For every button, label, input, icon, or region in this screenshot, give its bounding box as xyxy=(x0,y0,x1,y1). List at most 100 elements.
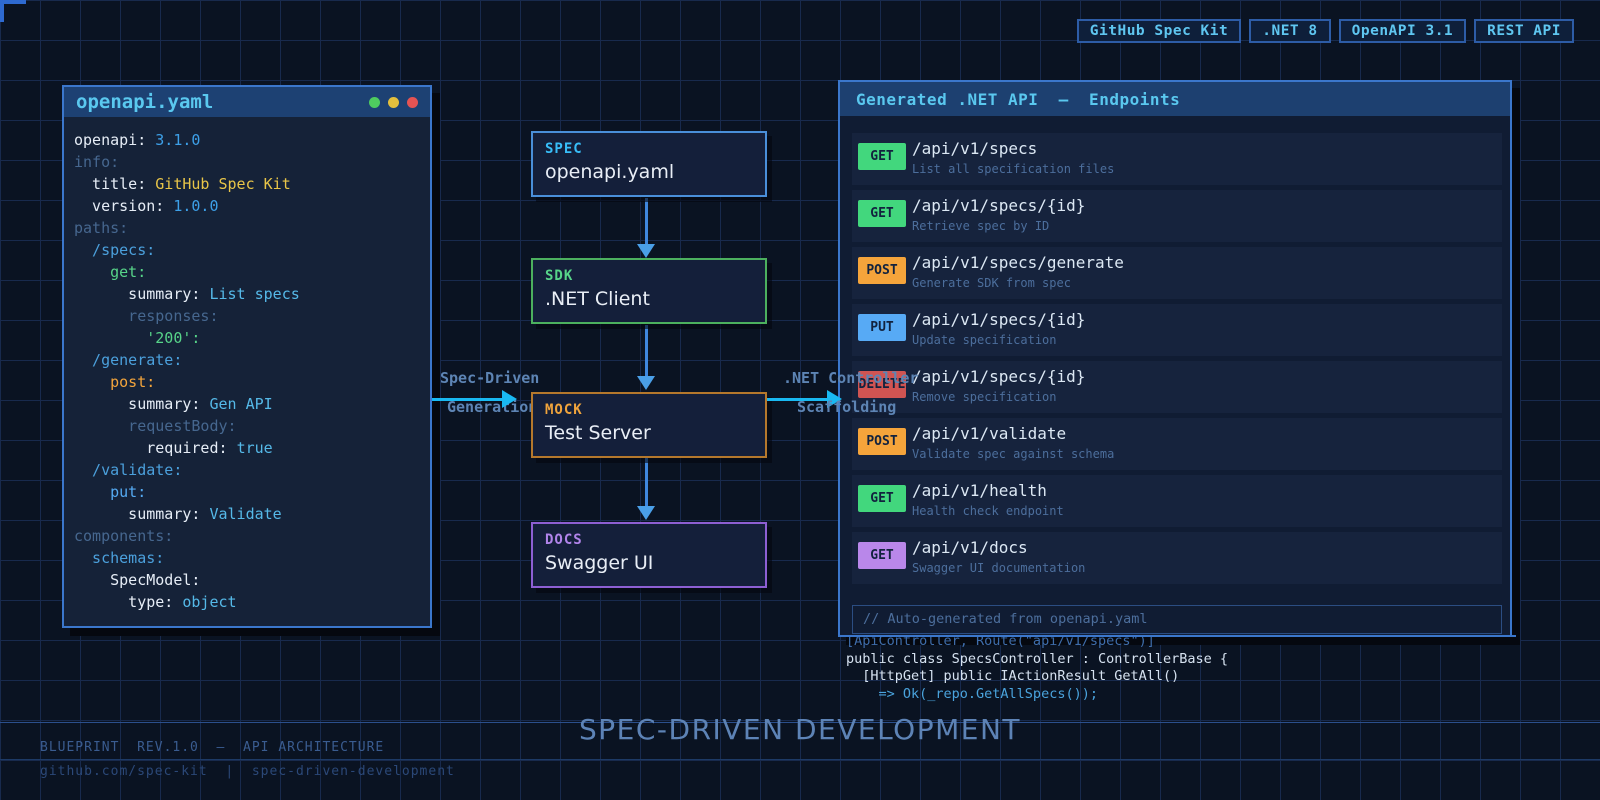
arrow-line-editor-mock xyxy=(432,398,504,401)
endpoint-description: Generate SDK from spec xyxy=(912,276,1071,290)
method-badge-post: POST xyxy=(858,257,906,284)
red-traffic-light[interactable] xyxy=(407,96,418,108)
blueprint-canvas: GitHub Spec Kit .NET 8 OpenAPI 3.1 REST API… xyxy=(0,0,1600,800)
endpoint-row[interactable]: POST/api/v1/specs/generate Generate SDK f… xyxy=(852,247,1502,299)
endpoint-row[interactable]: GET/api/v1/specs/{id} Retrieve spec by ID xyxy=(852,190,1502,242)
api-panel-title: Generated .NET API — Endpoints xyxy=(856,89,1181,109)
node-name: .NET Client xyxy=(545,288,650,310)
api-panel-header: Generated .NET API — Endpoints xyxy=(840,82,1510,116)
node-tag: SDK xyxy=(545,268,574,284)
yaml-code-line: required: true xyxy=(74,439,273,457)
traffic-lights xyxy=(369,96,418,108)
yaml-code-line: openapi: 3.1.0 xyxy=(74,131,201,149)
endpoint-description: Remove specification xyxy=(912,390,1057,404)
yaml-code-line: '200': xyxy=(74,329,201,347)
flow-node-spec: SPEC openapi.yaml xyxy=(531,131,767,197)
flow-node-docs: DOCS Swagger UI xyxy=(531,522,767,588)
endpoint-row[interactable]: GET/api/v1/health Health check endpoint xyxy=(852,475,1502,527)
node-tag: SPEC xyxy=(545,141,583,157)
api-endpoints-panel: Generated .NET API — Endpoints GET/api/v… xyxy=(838,80,1512,637)
yaml-code-line: SpecModel: xyxy=(74,571,201,589)
yaml-code-line: schemas: xyxy=(74,549,165,567)
yaml-code-line: summary: Gen API xyxy=(74,395,273,413)
yaml-code-line: components: xyxy=(74,527,174,545)
yaml-code-line: post: xyxy=(74,373,156,391)
yaml-code-line: summary: List specs xyxy=(74,285,300,303)
endpoint-path: /api/v1/validate xyxy=(912,424,1067,443)
endpoint-list: GET/api/v1/specs List all specification f… xyxy=(852,133,1502,589)
node-tag: MOCK xyxy=(545,402,583,418)
yellow-traffic-light[interactable] xyxy=(388,96,399,108)
node-name: Swagger UI xyxy=(545,552,654,574)
node-name: Test Server xyxy=(545,422,651,444)
yaml-code-line: info: xyxy=(74,153,120,171)
flow-node-sdk: SDK .NET Client xyxy=(531,258,767,324)
footer-divider-bottom xyxy=(0,759,1600,760)
method-badge-get: GET xyxy=(858,542,906,569)
endpoint-path: /api/v1/docs xyxy=(912,538,1028,557)
yaml-code-line: version: 1.0.0 xyxy=(74,197,219,215)
editor-title: openapi.yaml xyxy=(76,91,214,113)
yaml-code-line: paths: xyxy=(74,219,129,237)
node-tag: DOCS xyxy=(545,532,583,548)
generated-comment-box: // Auto-generated from openapi.yaml xyxy=(852,605,1502,634)
endpoint-path: /api/v1/specs/{id} xyxy=(912,196,1086,215)
panel-bottom-border-line xyxy=(838,635,1516,637)
arrow-line-spec-sdk xyxy=(645,198,648,245)
method-badge-get: GET xyxy=(858,143,906,170)
arrow-line-mock-docs xyxy=(645,458,648,507)
tech-badge: REST API xyxy=(1474,19,1574,43)
endpoint-row[interactable]: GET/api/v1/docs Swagger UI documentation xyxy=(852,532,1502,584)
endpoint-path: /api/v1/health xyxy=(912,481,1047,500)
arrow-label-net-controller: .NET Controller xyxy=(783,369,919,387)
arrow-label-scaffolding: Scaffolding xyxy=(797,398,897,416)
endpoint-description: Update specification xyxy=(912,333,1057,347)
tech-badge: GitHub Spec Kit xyxy=(1076,19,1242,43)
yaml-code-line: /specs: xyxy=(74,241,156,259)
footer-repo-meta: github.com/spec-kit | spec-driven-develo… xyxy=(40,764,455,779)
endpoint-description: Health check endpoint xyxy=(912,504,1064,518)
endpoint-row[interactable]: PUT/api/v1/specs/{id} Update specificatio… xyxy=(852,304,1502,356)
yaml-code-line: type: object xyxy=(74,593,237,611)
yaml-code-line: responses: xyxy=(74,307,219,325)
method-badge-get: GET xyxy=(858,200,906,227)
generated-code-line: public class SpecsController : Controlle… xyxy=(846,650,1229,667)
tech-badge: .NET 8 xyxy=(1249,19,1331,43)
yaml-code-block: openapi: 3.1.0 info: title: GitHub Spec K… xyxy=(64,117,430,625)
endpoint-path: /api/v1/specs xyxy=(912,139,1038,158)
method-badge-put: PUT xyxy=(858,314,906,341)
yaml-code-line: get: xyxy=(74,263,147,281)
arrowhead-sdk-mock xyxy=(637,376,655,390)
tech-badge: OpenAPI 3.1 xyxy=(1338,19,1467,43)
endpoint-description: Retrieve spec by ID xyxy=(912,219,1050,233)
arrow-label-spec-driven: Spec-Driven xyxy=(440,369,540,387)
arrowhead-mock-docs xyxy=(637,506,655,520)
endpoint-path: /api/v1/specs/{id} xyxy=(912,367,1086,386)
method-badge-get: GET xyxy=(858,485,906,512)
corner-accent-vertical xyxy=(0,0,4,22)
arrow-line-sdk-mock xyxy=(645,325,648,377)
top-badge-row: GitHub Spec Kit .NET 8 OpenAPI 3.1 REST API xyxy=(1076,19,1574,43)
yaml-code-line: /validate: xyxy=(74,461,183,479)
generated-comment: // Auto-generated from openapi.yaml xyxy=(863,611,1148,627)
generated-code-line: [HttpGet] public IActionResult GetAll() xyxy=(846,668,1180,684)
yaml-code-line: /generate: xyxy=(74,351,183,369)
endpoint-row[interactable]: DELETE/api/v1/specs/{id} Remove specifica… xyxy=(852,361,1502,413)
endpoint-description: List all specification files xyxy=(912,162,1115,176)
node-name: openapi.yaml xyxy=(545,161,675,183)
generated-code-line: => Ok(_repo.GetAllSpecs()); xyxy=(846,685,1098,702)
yaml-code-line: requestBody: xyxy=(74,417,237,435)
endpoint-row[interactable]: GET/api/v1/specs List all specification f… xyxy=(852,133,1502,185)
yaml-code-line: title: GitHub Spec Kit xyxy=(74,175,291,193)
yaml-code-line: put: xyxy=(74,483,147,501)
arrowhead-editor-mock xyxy=(502,390,517,408)
yaml-code-line: summary: Validate xyxy=(74,505,282,523)
editor-titlebar: openapi.yaml xyxy=(64,87,430,117)
green-traffic-light[interactable] xyxy=(369,96,380,108)
endpoint-description: Validate spec against schema xyxy=(912,447,1115,461)
footer-watermark-title: SPEC-DRIVEN DEVELOPMENT xyxy=(579,713,1021,746)
endpoint-row[interactable]: POST/api/v1/validate Validate spec agains… xyxy=(852,418,1502,470)
flow-node-mock: MOCK Test Server xyxy=(531,392,767,458)
endpoint-path: /api/v1/specs/generate xyxy=(912,253,1124,272)
arrowhead-spec-sdk xyxy=(637,244,655,258)
